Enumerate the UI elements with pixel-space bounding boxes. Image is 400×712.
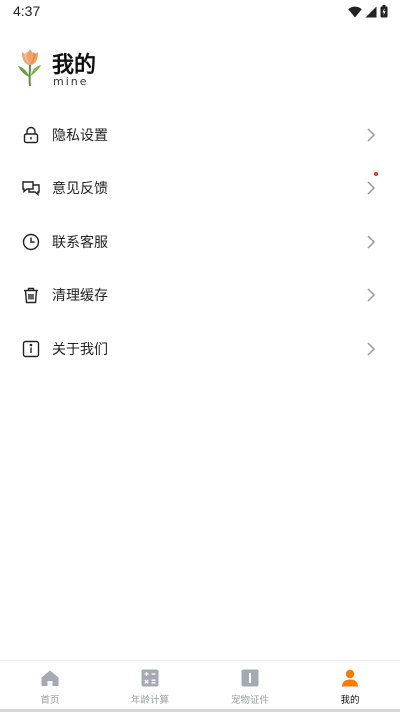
page-header: 我的 mine [14,46,214,90]
status-icons [348,5,388,18]
menu-item-label: 关于我们 [52,341,108,358]
menu-item-about-us[interactable]: 关于我们 [0,322,400,376]
clock-icon [21,232,41,252]
nav-item-home[interactable]: 首页 [0,661,100,712]
nav-label: 我的 [340,695,360,706]
menu-item-clear-cache[interactable]: 清理缓存 [0,269,400,323]
nav-label: 年龄计算 [130,695,169,706]
calculator-icon [140,668,160,688]
menu-item-label: 联系客服 [52,234,108,251]
trash-icon [21,285,41,305]
settings-menu: 隐私设置 意见反馈 联系客服 清理缓存 关于我们 [0,108,400,376]
status-time: 4:37 [13,3,41,19]
person-icon [340,668,360,688]
bottom-navigation: 首页 年龄计算 宠物证件 我的 [0,660,400,712]
wifi-icon [348,6,362,17]
cellular-signal-icon [365,6,377,17]
menu-item-feedback[interactable]: 意见反馈 [0,162,400,216]
lock-icon [21,125,41,145]
chevron-right-icon [367,342,376,356]
nav-item-pet-certificate[interactable]: 宠物证件 [200,661,300,712]
notification-dot [374,171,378,176]
certificate-icon [240,668,260,688]
chevron-right-icon [367,288,376,302]
chevron-right-icon [367,235,376,249]
chevron-right-icon [367,181,376,195]
info-icon [21,339,41,359]
battery-icon [380,5,388,18]
menu-item-label: 意见反馈 [52,181,108,198]
chevron-right-icon [367,128,376,142]
nav-label: 首页 [40,695,60,706]
nav-item-age-calculator[interactable]: 年龄计算 [100,661,200,712]
tulip-flower-icon [18,49,41,86]
status-bar: 4:37 [0,0,400,24]
chat-bubbles-icon [21,178,41,198]
nav-label: 宠物证件 [230,695,269,706]
menu-item-label: 隐私设置 [52,127,108,144]
nav-item-mine[interactable]: 我的 [300,661,400,712]
home-icon [40,668,60,688]
page-subtitle: mine [53,75,89,88]
menu-item-privacy-settings[interactable]: 隐私设置 [0,108,400,162]
menu-item-label: 清理缓存 [52,288,108,305]
menu-item-customer-service[interactable]: 联系客服 [0,215,400,269]
